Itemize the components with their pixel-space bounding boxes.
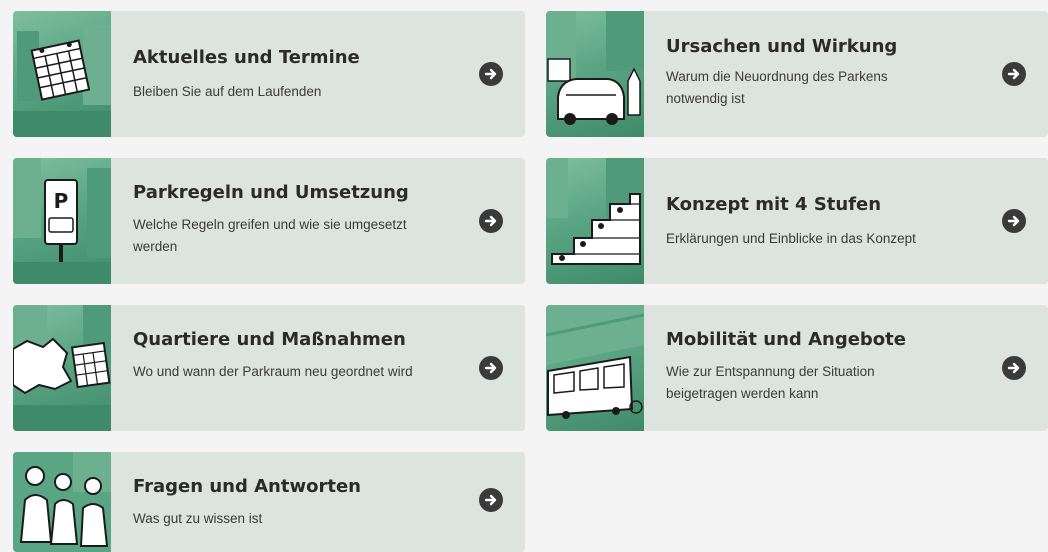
card-description: Bleiben Sie auf dem Laufenden [133, 84, 322, 99]
card-title: Aktuelles und Termine [133, 47, 360, 68]
arrow-right-icon[interactable] [479, 488, 503, 512]
card-fragen-und-antworten[interactable]: Fragen und Antworten Was gut zu wissen i… [13, 452, 525, 552]
arrow-right-icon[interactable] [1002, 209, 1026, 233]
stairs-icon [546, 158, 644, 284]
card-title: Quartiere und Maßnahmen [133, 329, 406, 350]
parked-cars-icon [546, 11, 644, 137]
arrow-right-icon[interactable] [479, 62, 503, 86]
card-parkregeln-und-umsetzung[interactable]: P Parkregeln und Umsetzung Welche Regeln… [13, 158, 525, 284]
people-talking-icon [13, 452, 111, 552]
calendar-icon [13, 11, 111, 137]
card-aktuelles-und-termine[interactable]: Aktuelles und Termine Bleiben Sie auf de… [13, 11, 525, 137]
tram-icon [546, 305, 644, 431]
card-description: Wie zur Entspannung der Situation beiget… [666, 364, 875, 401]
map-calendar-icon [13, 305, 111, 431]
card-description: Erklärungen und Einblicke in das Konzept [666, 231, 916, 246]
arrow-right-icon[interactable] [1002, 62, 1026, 86]
card-konzept-mit-4-stufen[interactable]: Konzept mit 4 Stufen Erklärungen und Ein… [546, 158, 1048, 284]
card-title: Parkregeln und Umsetzung [133, 182, 409, 203]
card-title: Mobilität und Angebote [666, 329, 906, 350]
card-description: Welche Regeln greifen und wie sie umgese… [133, 217, 407, 254]
parking-sign-icon: P [13, 158, 111, 284]
card-mobilitaet-und-angebote[interactable]: Mobilität und Angebote Wie zur Entspannu… [546, 305, 1048, 431]
card-description: Was gut zu wissen ist [133, 511, 263, 526]
card-quartiere-und-massnahmen[interactable]: Quartiere und Maßnahmen Wo und wann der … [13, 305, 525, 431]
arrow-right-icon[interactable] [1002, 356, 1026, 380]
arrow-right-icon[interactable] [479, 209, 503, 233]
card-title: Ursachen und Wirkung [666, 36, 898, 57]
card-title: Fragen und Antworten [133, 476, 361, 497]
svg-text:P: P [54, 189, 69, 213]
card-description: Warum die Neuordnung des Parkens notwend… [666, 69, 888, 106]
card-ursachen-und-wirkung[interactable]: Ursachen und Wirkung Warum die Neuordnun… [546, 11, 1048, 137]
card-title: Konzept mit 4 Stufen [666, 194, 882, 215]
card-description: Wo und wann der Parkraum neu geordnet wi… [133, 364, 413, 379]
arrow-right-icon[interactable] [479, 356, 503, 380]
